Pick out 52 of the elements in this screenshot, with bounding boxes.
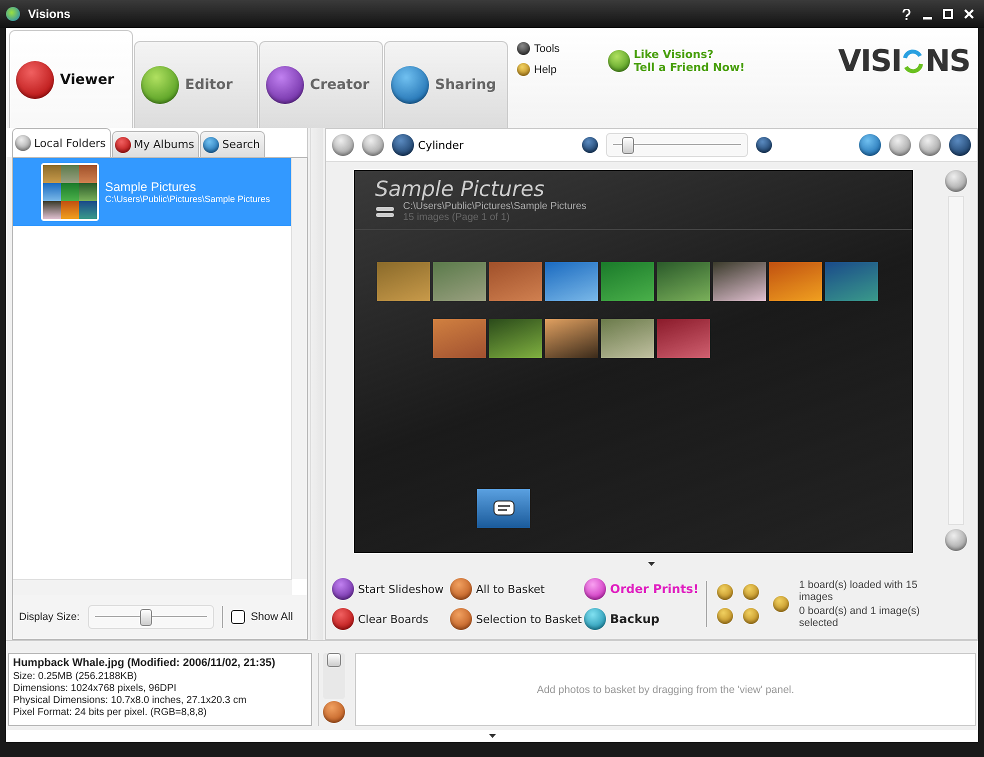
- slider-thumb[interactable]: [327, 652, 341, 667]
- image-detail: Dimensions: 1024x768 pixels, 96DPI: [13, 683, 178, 695]
- image-title: Humpback Whale.jpg (Modified: 2006/11/02, 21:35): [13, 657, 276, 669]
- side-tab[interactable]: Local Folders: [12, 128, 111, 157]
- tab-icon: [16, 60, 54, 98]
- logo-text: NS: [925, 44, 970, 79]
- main-tab[interactable]: Sharing: [384, 41, 508, 128]
- message-icon: [492, 500, 514, 518]
- main-tab[interactable]: Editor: [134, 41, 258, 128]
- action-button[interactable]: Start Slideshow: [332, 574, 450, 604]
- scrollbar[interactable]: [291, 158, 307, 579]
- window-title: Visions: [28, 7, 70, 21]
- basket-hint: Add photos to basket by dragging from the 'view' panel.: [536, 684, 794, 696]
- action-button[interactable]: Selection to Basket: [450, 604, 584, 634]
- slider-thumb[interactable]: [622, 137, 634, 154]
- tab-icon: [391, 66, 429, 104]
- side-tab[interactable]: My Albums: [112, 131, 200, 157]
- status-text: 0 board(s) and 1 image(s) selected: [799, 605, 921, 629]
- slider-thumb[interactable]: [140, 609, 152, 626]
- logo-ring-icon: [902, 48, 924, 74]
- maximize-icon[interactable]: [943, 9, 953, 19]
- view-mode-button[interactable]: Cylinder: [392, 134, 464, 156]
- action-button[interactable]: Order Prints!: [584, 574, 696, 604]
- action-button[interactable]: Clear Boards: [332, 604, 450, 634]
- expand-handle[interactable]: [6, 730, 978, 742]
- image-detail: Physical Dimensions: 10.7x8.0 inches, 27.1x20.3 cm: [13, 695, 248, 707]
- image-detail: Pixel Format: 24 bits per pixel. (RGB=8,8,8): [13, 707, 208, 719]
- tab-icon: [266, 66, 304, 104]
- show-all-checkbox[interactable]: Show All: [230, 610, 293, 624]
- folder-thumbnail: [41, 163, 99, 221]
- display-size-label: Display Size:: [19, 611, 80, 623]
- action-button[interactable]: Backup: [584, 604, 696, 634]
- logo-text: VISI: [838, 44, 902, 79]
- tab-icon: [141, 66, 179, 104]
- help-icon[interactable]: [902, 8, 910, 20]
- status-text: 1 board(s) loaded with 15 images: [799, 579, 918, 603]
- main-tab[interactable]: Viewer: [9, 30, 133, 128]
- image-detail: Size: 0.25MB (256.2188KB): [13, 671, 138, 683]
- scrollbar[interactable]: [13, 579, 292, 595]
- close-icon[interactable]: [964, 9, 974, 19]
- tools-link[interactable]: Tools: [517, 42, 560, 55]
- drive-icon: [375, 206, 395, 218]
- help-link[interactable]: Help: [517, 63, 560, 76]
- app-logo-icon: [6, 7, 20, 21]
- side-tab[interactable]: Search: [200, 131, 266, 157]
- folder-name: Sample Pictures: [105, 180, 198, 194]
- folder-path: C:\Users\Public\Pictures\Sample Pictures: [105, 194, 270, 204]
- board-path: C:\Users\Public\Pictures\Sample Pictures: [403, 201, 586, 212]
- action-button[interactable]: All to Basket: [450, 574, 584, 604]
- photo-placeholder[interactable]: [477, 489, 530, 528]
- main-tab[interactable]: Creator: [259, 41, 383, 128]
- board-title: Sample Pictures: [375, 177, 546, 201]
